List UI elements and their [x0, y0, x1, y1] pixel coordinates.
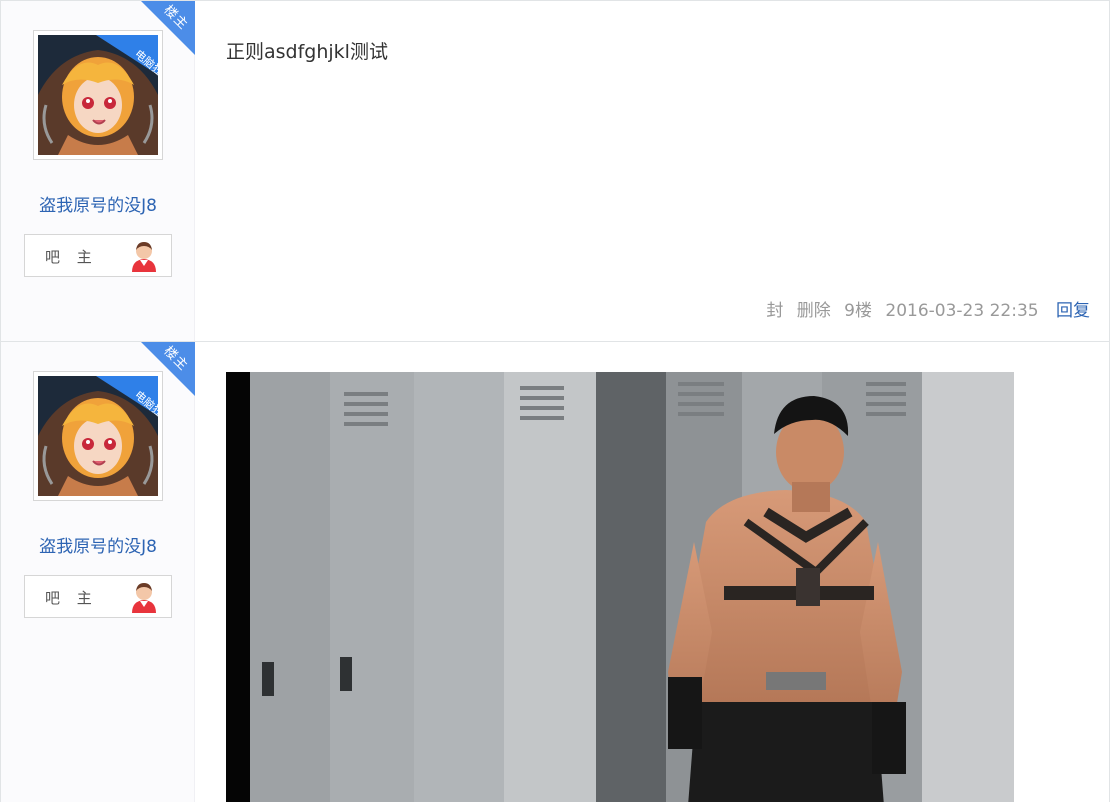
post-content: 正则asdfghjkl测试 封 删除 9楼 2016-03-23 22:35 回… [195, 1, 1110, 341]
thread-container: 楼主 电脑狂人 盗我原号的没J8 吧 主 正则asdfghjkl测试 封 删除 … [0, 0, 1110, 802]
reply-link[interactable]: 回复 [1056, 301, 1090, 321]
author-panel: 楼主 电脑狂人 盗我原号的没J8 吧 主 [1, 342, 195, 802]
role-badge[interactable]: 吧 主 [24, 575, 172, 618]
post-time: 2016-03-23 22:35 [885, 301, 1039, 321]
username-link[interactable]: 盗我原号的没J8 [1, 191, 195, 216]
delete-link[interactable]: 删除 [797, 301, 831, 321]
user-red-icon [132, 242, 156, 272]
role-label: 吧 主 [45, 589, 98, 607]
post-floor-next: 楼主 电脑狂人 盗我原号的没J8 吧 主 [1, 341, 1110, 802]
username-link[interactable]: 盗我原号的没J8 [1, 532, 195, 557]
avatar[interactable]: 电脑狂人 [33, 371, 163, 501]
post-content [195, 342, 1110, 802]
author-panel: 楼主 电脑狂人 盗我原号的没J8 吧 主 [1, 1, 195, 341]
floor-number: 9楼 [844, 301, 872, 321]
role-label: 吧 主 [45, 248, 98, 266]
avatar[interactable]: 电脑狂人 [33, 30, 163, 160]
anime-girl-avatar-icon: 电脑狂人 [38, 35, 158, 155]
ban-link[interactable]: 封 [766, 301, 783, 321]
user-red-icon [132, 583, 156, 613]
post-tail: 封 删除 9楼 2016-03-23 22:35 回复 [758, 296, 1090, 321]
post-floor-9: 楼主 电脑狂人 盗我原号的没J8 吧 主 正则asdfghjkl测试 封 删除 … [1, 0, 1110, 341]
role-badge[interactable]: 吧 主 [24, 234, 172, 277]
anime-girl-avatar-icon: 电脑狂人 [38, 376, 158, 496]
post-image[interactable] [226, 372, 1014, 802]
man-in-locker-room-photo [226, 372, 1014, 802]
post-text: 正则asdfghjkl测试 [226, 41, 388, 63]
